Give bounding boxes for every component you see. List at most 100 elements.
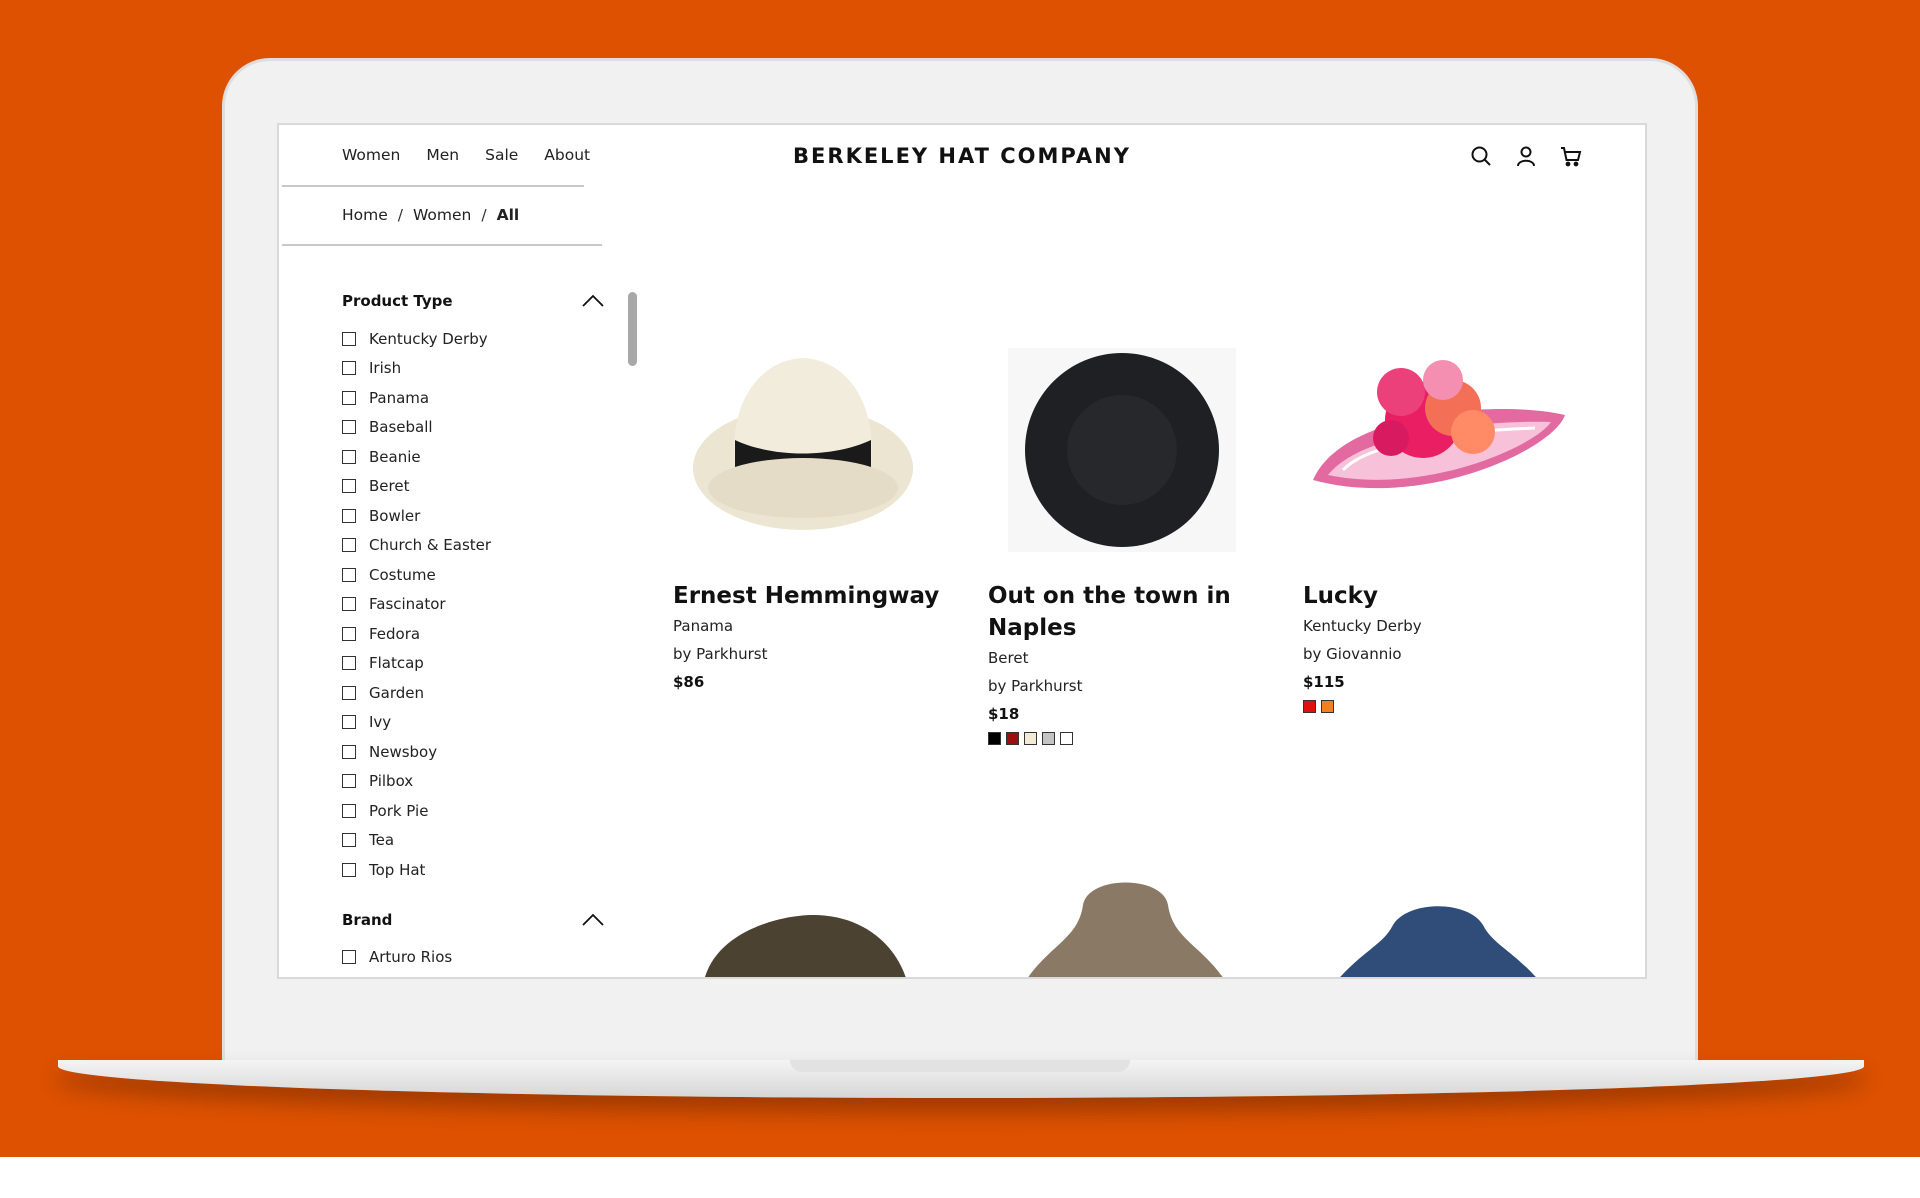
checkbox[interactable]	[342, 626, 356, 641]
user-icon[interactable]	[1514, 144, 1538, 168]
filter-title: Product Type	[342, 292, 453, 310]
filter-option[interactable]: Panama	[342, 383, 604, 413]
filter-option-label: Bowler	[369, 506, 421, 525]
color-swatches	[988, 732, 1258, 745]
filter-option-label: Flatcap	[369, 654, 424, 673]
filter-option[interactable]: Baseball	[342, 413, 604, 443]
filter-option[interactable]: Bowler	[342, 501, 604, 531]
sidebar-scrollbar[interactable]	[628, 292, 637, 366]
product-type: Beret	[988, 649, 1029, 667]
checkbox[interactable]	[342, 803, 356, 818]
filter-title: Brand	[342, 910, 393, 929]
chevron-up-icon[interactable]	[582, 294, 604, 308]
checkbox[interactable]	[342, 361, 356, 376]
product-card[interactable]: Out on the town in Naples Beret by Parkh…	[988, 320, 1258, 745]
product-maker: by Giovannio	[1303, 645, 1402, 663]
checkbox[interactable]	[342, 744, 356, 759]
product-card[interactable]: Lucky Kentucky Derby by Giovannio $115	[1303, 320, 1573, 713]
product-price: $86	[673, 673, 705, 691]
nav-divider	[282, 185, 584, 187]
filter-brand-header[interactable]: Brand	[342, 907, 604, 933]
breadcrumb-divider	[282, 244, 602, 246]
checkbox[interactable]	[342, 420, 356, 435]
sun-hat-icon	[1340, 906, 1536, 977]
product-card[interactable]	[673, 845, 943, 977]
product-image[interactable]	[673, 320, 943, 580]
color-swatch[interactable]	[1024, 732, 1037, 745]
filter-option[interactable]: Pork Pie	[342, 796, 604, 826]
laptop-notch	[790, 1060, 1130, 1072]
checkbox[interactable]	[342, 567, 356, 582]
product-card[interactable]	[1303, 845, 1573, 977]
product-image[interactable]	[988, 320, 1258, 580]
filter-option[interactable]: Flatcap	[342, 649, 604, 679]
product-name[interactable]: Ernest Hemmingway	[673, 580, 943, 612]
checkbox[interactable]	[342, 862, 356, 877]
filter-option[interactable]: Arturo Rios	[342, 943, 604, 973]
filter-option[interactable]: Irish	[342, 354, 604, 384]
filter-option[interactable]: Beanie	[342, 442, 604, 472]
checkbox[interactable]	[342, 508, 356, 523]
breadcrumb-women[interactable]: Women	[413, 206, 471, 224]
checkbox[interactable]	[342, 597, 356, 612]
checkbox[interactable]	[342, 390, 356, 405]
filter-option-label: Church & Easter	[369, 536, 492, 555]
color-swatch[interactable]	[1060, 732, 1073, 745]
checkbox[interactable]	[342, 833, 356, 848]
product-image[interactable]	[1303, 320, 1573, 580]
flatcap-icon	[705, 915, 906, 977]
product-maker: by Parkhurst	[673, 645, 768, 663]
checkbox[interactable]	[342, 685, 356, 700]
product-image[interactable]	[988, 845, 1258, 977]
product-name[interactable]: Lucky	[1303, 580, 1573, 612]
product-price: $115	[1303, 673, 1345, 691]
outback-hat-icon	[1028, 882, 1223, 977]
product-image[interactable]	[1303, 845, 1573, 977]
filter-option[interactable]: Pilbox	[342, 767, 604, 797]
color-swatch[interactable]	[1042, 732, 1055, 745]
checkbox[interactable]	[342, 449, 356, 464]
filter-option-label: Irish	[369, 359, 402, 378]
brand-logo[interactable]: BERKELEY HAT COMPANY	[279, 144, 1645, 168]
checkbox[interactable]	[342, 538, 356, 553]
product-type: Kentucky Derby	[1303, 617, 1422, 635]
filter-option[interactable]: Beret	[342, 472, 604, 502]
product-card[interactable]: Ernest Hemmingway Panama by Parkhurst $8…	[673, 320, 943, 696]
filter-option[interactable]: Fascinator	[342, 590, 604, 620]
product-type: Panama	[673, 617, 734, 635]
color-swatch[interactable]	[1321, 700, 1334, 713]
product-card[interactable]	[988, 845, 1258, 977]
filter-option[interactable]: Costume	[342, 560, 604, 590]
cart-icon[interactable]	[1559, 144, 1583, 168]
beret-icon	[1008, 348, 1236, 552]
product-image[interactable]	[673, 845, 943, 977]
filter-option[interactable]: Top Hat	[342, 855, 604, 885]
filter-option[interactable]: Fedora	[342, 619, 604, 649]
checkbox[interactable]	[342, 479, 356, 494]
filter-option[interactable]: Ivy	[342, 708, 604, 738]
product-name[interactable]: Out on the town in Naples	[988, 580, 1258, 644]
filter-option-label: Beret	[369, 477, 410, 496]
filter-option[interactable]: Kentucky Derby	[342, 324, 604, 354]
color-swatch[interactable]	[1006, 732, 1019, 745]
checkbox[interactable]	[342, 950, 356, 965]
filter-product-type-header[interactable]: Product Type	[342, 288, 604, 314]
chevron-up-icon[interactable]	[582, 913, 604, 927]
filter-option[interactable]: Church & Easter	[342, 531, 604, 561]
color-swatch[interactable]	[988, 732, 1001, 745]
breadcrumb-home[interactable]: Home	[342, 206, 388, 224]
filter-brand-options: Arturo Rios	[342, 943, 604, 973]
breadcrumb: Home / Women / All	[342, 206, 519, 224]
filter-option-label: Arturo Rios	[369, 948, 453, 967]
checkbox[interactable]	[342, 331, 356, 346]
checkbox[interactable]	[342, 656, 356, 671]
filter-option-label: Fedora	[369, 624, 421, 643]
header-icons	[1469, 144, 1583, 168]
filter-option[interactable]: Newsboy	[342, 737, 604, 767]
search-icon[interactable]	[1469, 144, 1493, 168]
filter-option[interactable]: Tea	[342, 826, 604, 856]
filter-option[interactable]: Garden	[342, 678, 604, 708]
color-swatch[interactable]	[1303, 700, 1316, 713]
checkbox[interactable]	[342, 715, 356, 730]
checkbox[interactable]	[342, 774, 356, 789]
